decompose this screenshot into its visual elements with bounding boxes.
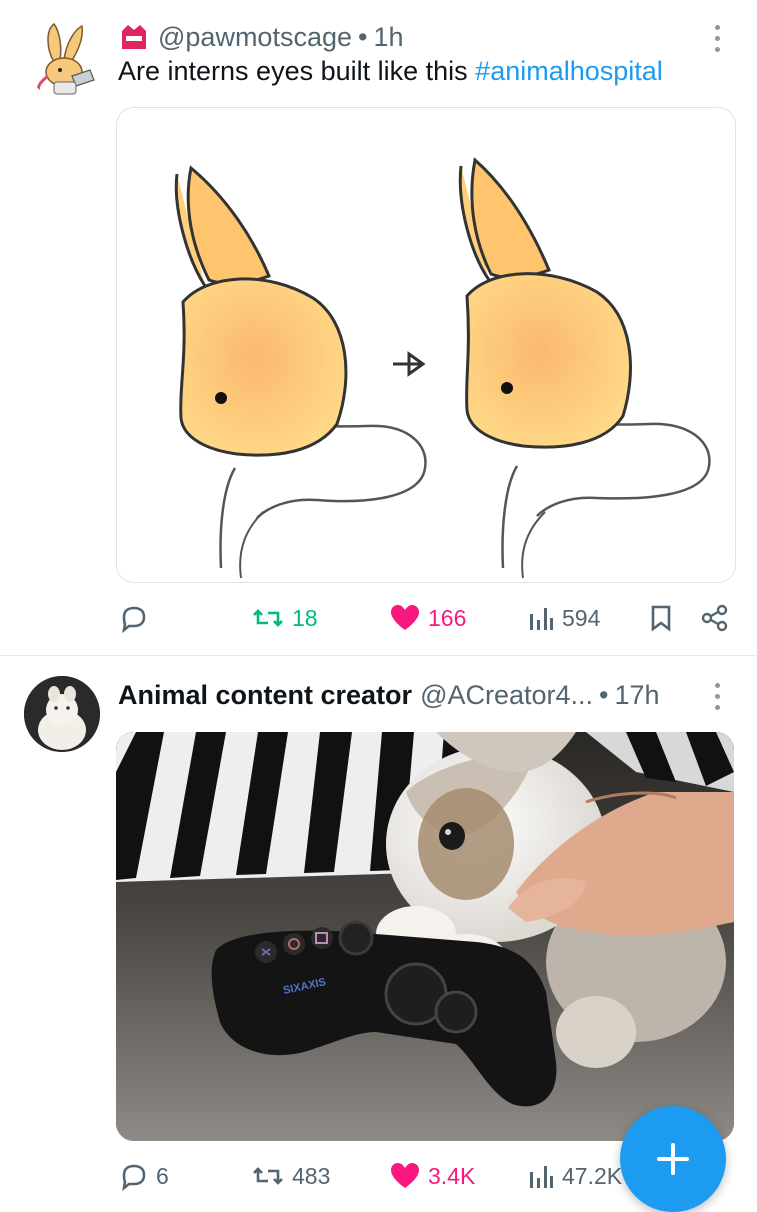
views-count: 47.2K [562,1162,623,1189]
hashtag-link[interactable]: #animalhospital [475,56,663,86]
heart-icon [391,605,419,630]
avatar[interactable] [24,676,100,752]
separator-dot: • [358,21,368,52]
reply-button[interactable]: 6 [118,1152,169,1200]
repost-count: 483 [292,1162,331,1189]
user-handle[interactable]: @ACreator4... [420,680,593,711]
bookmark-icon [651,605,671,632]
compose-button[interactable] [620,1106,726,1212]
display-name[interactable]: Animal content creator [118,680,412,711]
bar-chart-icon [530,608,553,630]
tweet-header: @pawmotscage • 1h [118,18,404,56]
repost-count: 18 [292,604,318,631]
speech-bubble-icon [122,1164,146,1191]
arrow-icon [393,351,426,377]
tweet-text: Are interns eyes built like this #animal… [118,56,663,87]
separator-dot: • [599,679,609,710]
plus-icon [657,1143,689,1175]
like-button[interactable]: 166 [390,594,466,642]
timestamp[interactable]: 1h [373,22,403,53]
bunny-drawing-left [174,165,427,579]
reply-button[interactable] [118,594,156,642]
like-button[interactable]: 3.4K [390,1152,475,1200]
avatar[interactable] [24,18,104,98]
tweet-image[interactable] [116,107,736,583]
bookmark-button[interactable] [650,594,680,642]
repost-button[interactable]: 18 [252,594,318,642]
heart-icon [391,1163,419,1188]
more-options-icon[interactable] [702,676,732,716]
tweet-actions: 18 166 594 [0,594,757,642]
tweet-header: Animal content creator @ACreator4... • 1… [118,676,660,714]
views-button[interactable]: 594 [528,594,600,642]
like-count: 166 [428,604,467,631]
like-count: 3.4K [428,1162,476,1189]
affiliate-badge-icon [122,25,146,49]
repost-arrows-icon [253,1167,283,1185]
speech-bubble-icon [122,606,146,633]
tweet-body: Are interns eyes built like this [118,56,476,86]
tweet-image[interactable]: SIXAXIS [116,732,734,1141]
more-options-icon[interactable] [702,18,732,58]
share-button[interactable] [700,594,738,642]
share-icon [701,604,728,632]
repost-arrows-icon [253,609,283,627]
views-button[interactable]: 47.2K [528,1152,622,1200]
bunny-drawing-right [458,157,711,579]
timestamp[interactable]: 17h [614,680,659,711]
bar-chart-icon [530,1166,553,1188]
repost-button[interactable]: 483 [252,1152,330,1200]
views-count: 594 [562,604,601,631]
tweet-1[interactable]: @pawmotscage • 1h Are interns eyes built… [0,0,757,656]
reply-count: 6 [156,1162,169,1189]
user-handle[interactable]: @pawmotscage [158,22,352,53]
